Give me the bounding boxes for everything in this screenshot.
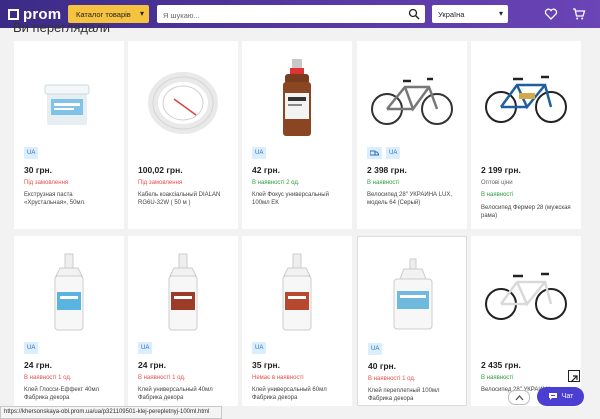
ua-badge: UA <box>368 343 383 355</box>
product-card[interactable]: UA 30 грн. Під замовлення Екструзная пас… <box>14 41 124 229</box>
search-icon[interactable] <box>408 8 420 20</box>
delivery-badge <box>367 147 382 159</box>
product-price: 24 грн. <box>24 360 53 370</box>
product-status: В наявності <box>367 180 400 186</box>
product-price: 2 398 грн. <box>367 165 407 175</box>
product-title[interactable]: Кабель коаксіальный DIALAN RG6U-32W ( 50… <box>138 191 230 207</box>
product-price: 100,02 грн. <box>138 165 183 175</box>
product-card[interactable]: UA 35 грн. Немає в наявності Клей универ… <box>242 236 352 406</box>
product-card[interactable]: UA 24 грн. В наявності 1 од. Клей универ… <box>128 236 238 406</box>
product-title[interactable]: Велосипед Фермер 28 (мужская рама) <box>481 204 573 220</box>
expand-icon[interactable] <box>568 370 580 383</box>
product-card[interactable]: UA 40 грн. В наявності 1 од. Клей перепл… <box>357 236 467 406</box>
badges: UA <box>252 342 267 354</box>
product-price: 2 435 грн. <box>481 360 521 370</box>
ua-badge: UA <box>24 342 39 354</box>
product-title[interactable]: Клей универсальный 40мл Фабрика декора <box>138 386 230 402</box>
ua-badge: UA <box>252 342 267 354</box>
badges: UA <box>24 147 39 159</box>
chat-button[interactable]: Чат <box>537 387 584 406</box>
product-card[interactable]: 2 199 грн. Оптові ціни В наявності Велос… <box>471 41 581 229</box>
product-status: В наявності 2 од. <box>252 180 300 186</box>
badges: UA <box>138 342 153 354</box>
chat-label: Чат <box>561 393 574 400</box>
product-image <box>371 77 453 125</box>
search-box <box>157 5 425 24</box>
product-status: Під замовлення <box>24 180 69 186</box>
product-image <box>393 258 433 330</box>
product-card[interactable]: UA 24 грн. В наявності 1 од. Клей Глосси… <box>14 236 124 406</box>
product-price: 30 грн. <box>24 165 53 175</box>
cart-icon[interactable] <box>572 7 586 21</box>
product-card[interactable]: 100,02 грн. Під замовлення Кабель коаксі… <box>128 41 238 229</box>
product-status: В наявності <box>481 375 514 381</box>
product-image <box>148 72 218 134</box>
badges: UA <box>24 342 39 354</box>
product-price: 42 грн. <box>252 165 281 175</box>
product-card[interactable]: 2 435 грн. В наявності Велосипед 28" УКР… <box>471 236 581 406</box>
product-price: 24 грн. <box>138 360 167 370</box>
product-card[interactable]: UA 2 398 грн. В наявності Велосипед 28" … <box>357 41 467 229</box>
product-card[interactable]: UA 42 грн. В наявності 2 од. Клей Фокус … <box>242 41 352 229</box>
product-price: 35 грн. <box>252 360 281 370</box>
product-title[interactable]: Клей переплетный 100мл Фабрика декора <box>368 387 460 403</box>
chat-icon <box>548 393 557 400</box>
product-title[interactable]: Клей Фокус универсальный 100мл ЕК <box>252 191 344 207</box>
browser-status-url: https://khersonskaya-obl.prom.ua/ua/p321… <box>0 406 222 419</box>
badges: UA <box>368 343 383 355</box>
section-title: Ви переглядали <box>13 20 111 35</box>
product-image <box>44 84 90 125</box>
product-image <box>168 253 198 331</box>
product-title[interactable]: Екструзная паста «Хрустальная», 50мл. <box>24 191 116 207</box>
region-select[interactable]: Україна ▾ <box>432 5 508 23</box>
product-title[interactable]: Клей Глосси-Еффект 40мл Фабрика декора <box>24 386 116 402</box>
heart-icon[interactable] <box>544 7 558 21</box>
ua-badge: UA <box>252 147 267 159</box>
arrow-diagonal-icon <box>570 375 578 383</box>
product-image <box>283 59 311 136</box>
product-image <box>54 253 84 331</box>
product-title[interactable]: Клей универсальный 60мл Фабрика декора <box>252 386 344 402</box>
chevron-up-icon <box>515 394 523 400</box>
product-status: В наявності 1 од. <box>368 376 416 382</box>
ua-badge: UA <box>138 342 153 354</box>
logo-mark-icon <box>8 8 19 20</box>
product-status: В наявності 1 од. <box>24 375 72 381</box>
ua-badge: UA <box>24 147 39 159</box>
product-title[interactable]: Велосипед 28" УКРАИНА LUX, модель 64 (Се… <box>367 191 459 207</box>
chevron-down-icon: ▾ <box>139 9 144 18</box>
badges: UA <box>367 147 401 159</box>
ua-badge: UA <box>386 147 401 159</box>
region-value: Україна <box>438 9 465 19</box>
product-status: Оптові ціни <box>481 180 513 186</box>
scroll-up-button[interactable] <box>508 390 530 405</box>
badges: UA <box>252 147 267 159</box>
product-image <box>485 272 567 320</box>
product-status: В наявності 1 од. <box>138 375 186 381</box>
truck-icon <box>370 150 379 155</box>
search-input[interactable] <box>163 7 383 24</box>
product-status: Під замовлення <box>138 180 183 186</box>
product-image <box>485 75 567 123</box>
product-price: 40 грн. <box>368 361 397 371</box>
chevron-down-icon: ▾ <box>498 9 503 18</box>
catalog-label: Каталог товарів <box>76 9 131 19</box>
product-price: 2 199 грн. <box>481 165 521 175</box>
product-image <box>282 253 312 331</box>
product-status-2: В наявності <box>481 192 514 198</box>
product-status: Немає в наявності <box>252 375 304 381</box>
